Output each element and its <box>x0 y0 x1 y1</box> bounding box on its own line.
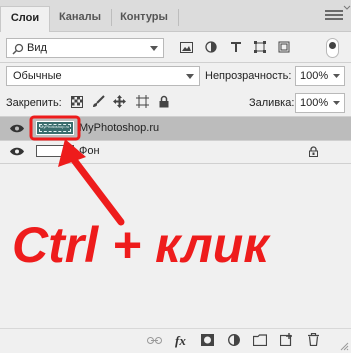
resize-grip-icon[interactable] <box>340 342 349 351</box>
new-group-icon[interactable] <box>253 334 267 346</box>
highlight-rectangle <box>29 115 81 141</box>
new-layer-icon[interactable] <box>280 333 293 346</box>
red-arrow-icon <box>67 152 125 226</box>
annotation-text: Ctrl + клик <box>12 217 269 273</box>
layer-mask-icon[interactable] <box>201 334 214 346</box>
adjustment-layer-icon[interactable] <box>228 334 240 346</box>
link-layers-icon[interactable] <box>147 336 162 345</box>
annotation-overlay <box>29 115 125 226</box>
trash-icon[interactable] <box>308 333 319 346</box>
fx-icon[interactable]: fx <box>175 333 186 349</box>
